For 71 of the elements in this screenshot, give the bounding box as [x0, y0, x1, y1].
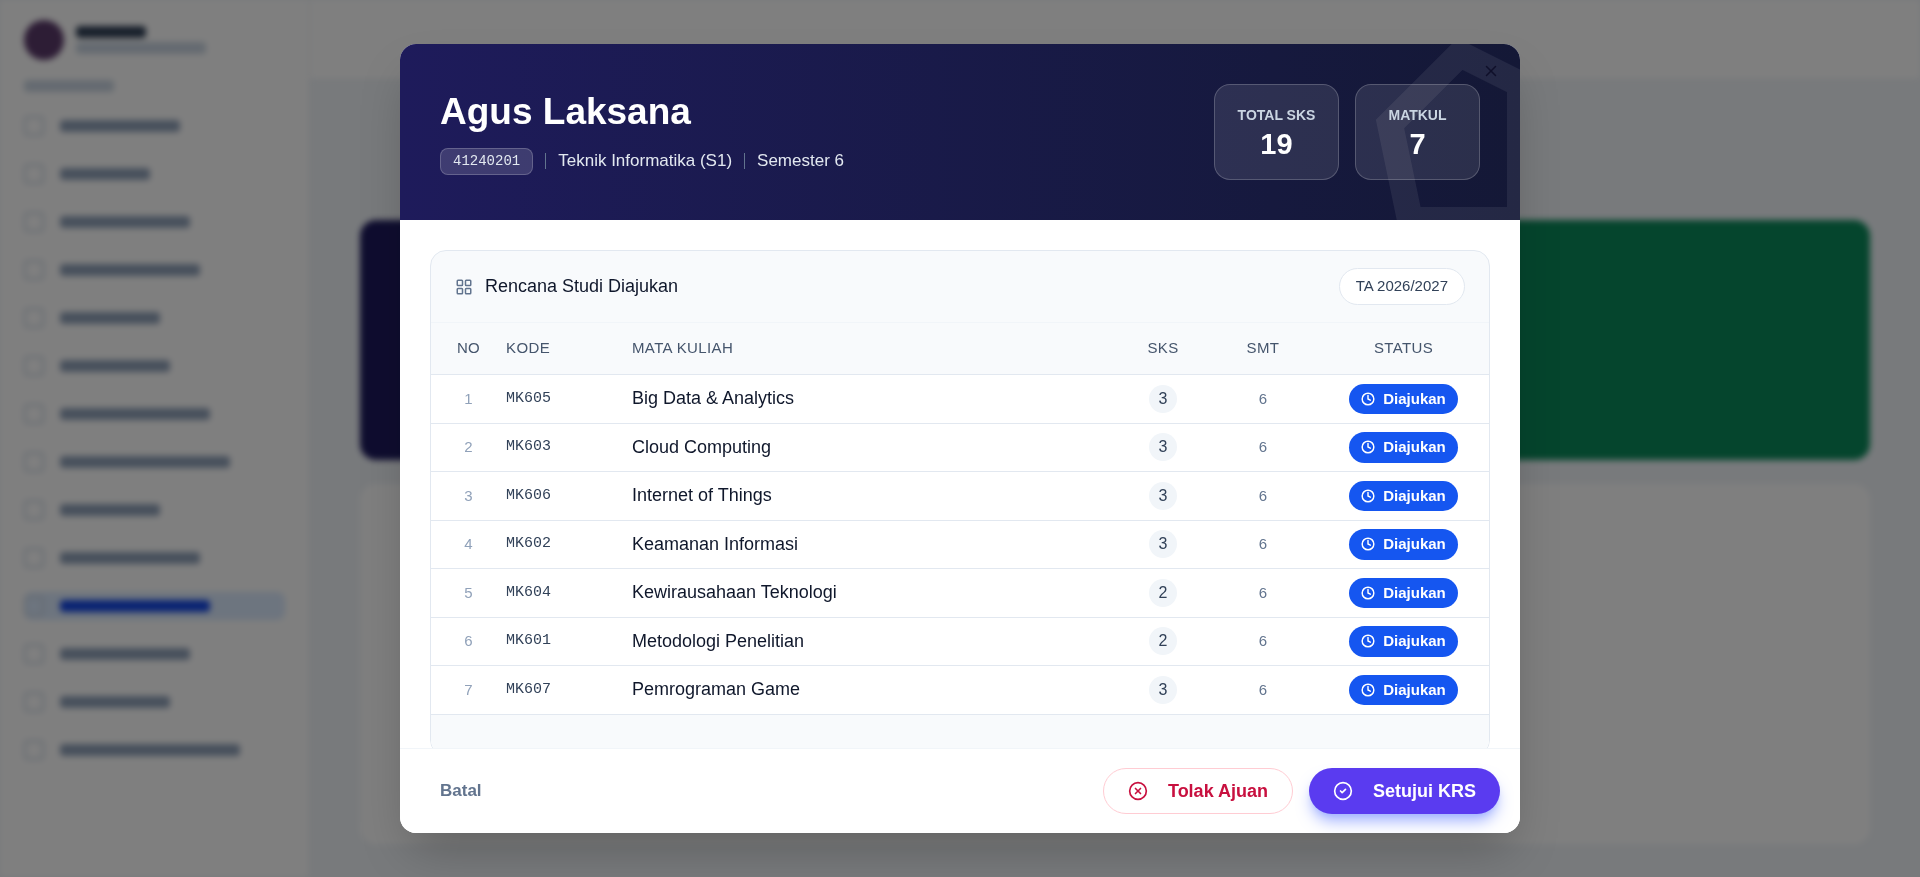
row-number: 6	[464, 631, 473, 651]
clock-icon	[1361, 682, 1376, 697]
course-name: Keamanan Informasi	[632, 532, 800, 556]
column-header: STATUS	[1373, 338, 1434, 359]
course-code: MK606	[506, 485, 552, 506]
column-header: NO	[456, 338, 481, 359]
credit-badge: 3	[1148, 433, 1178, 462]
status-badge: Diajukan	[1349, 674, 1458, 705]
study-program: Teknik Informatika (S1)	[558, 150, 733, 173]
stat-label: TOTAL SKS	[1237, 106, 1316, 125]
course-name: Metodologi Penelitian	[632, 629, 806, 653]
credit-badge: 3	[1148, 481, 1178, 510]
clock-icon	[1361, 585, 1376, 600]
course-code: MK604	[506, 582, 552, 603]
status-badge: Diajukan	[1349, 626, 1458, 657]
stat-label: MATKUL	[1388, 106, 1447, 125]
close-circle-icon	[1127, 781, 1148, 801]
card-title: Rencana Studi Diajukan	[485, 275, 679, 298]
column-header: SKS	[1147, 338, 1179, 359]
check-circle-icon	[1333, 781, 1353, 801]
course-name: Big Data & Analytics	[632, 387, 796, 411]
credit-badge: 2	[1148, 578, 1178, 607]
cancel-button[interactable]: Batal	[440, 778, 482, 804]
course-code: MK602	[506, 534, 552, 554]
status-badge: Diajukan	[1349, 432, 1458, 463]
row-number: 1	[464, 388, 473, 409]
column-header: MATA KULIAH	[632, 338, 734, 359]
row-number: 7	[464, 679, 473, 700]
credit-badge: 3	[1148, 530, 1178, 559]
semester-cell-text: 6	[1258, 631, 1268, 651]
reject-button[interactable]: Tolak Ajuan	[1102, 768, 1293, 814]
semester-cell-text: 6	[1258, 679, 1268, 700]
credit-badge: 2	[1148, 627, 1178, 656]
grid-icon	[455, 277, 473, 296]
row-number: 4	[464, 534, 473, 554]
clock-icon	[1361, 488, 1376, 503]
semester-cell-text: 6	[1258, 534, 1268, 554]
row-number: 2	[464, 437, 473, 457]
status-badge: Diajukan	[1349, 529, 1458, 560]
stat-value: 19	[1260, 130, 1293, 159]
clock-icon	[1361, 634, 1376, 649]
credit-badge: 3	[1148, 675, 1178, 704]
semester-cell-text: 6	[1258, 437, 1268, 457]
row-number: 5	[464, 582, 473, 603]
row-number: 3	[464, 485, 473, 506]
clock-icon	[1361, 440, 1376, 455]
course-name: Internet of Things	[632, 484, 773, 508]
course-code: MK601	[506, 631, 552, 651]
course-name: Cloud Computing	[632, 435, 773, 459]
course-code: MK605	[506, 388, 552, 409]
approve-button[interactable]: Setujui KRS	[1309, 768, 1500, 814]
status-badge: Diajukan	[1349, 480, 1458, 511]
course-name: Kewirausahaan Teknologi	[632, 581, 838, 605]
column-header: SMT	[1246, 338, 1280, 359]
semester-label: Semester 6	[757, 150, 844, 173]
semester-cell-text: 6	[1258, 485, 1268, 506]
course-name: Pemrograman Game	[632, 678, 802, 702]
course-code: MK603	[506, 437, 552, 457]
stat-value: 7	[1409, 130, 1426, 159]
student-id-badge: 41240201	[440, 147, 534, 175]
semester-cell-text: 6	[1258, 582, 1268, 603]
status-badge: Diajukan	[1349, 383, 1458, 414]
column-header: KODE	[506, 338, 550, 359]
status-badge: Diajukan	[1349, 577, 1458, 608]
student-name: Agus Laksana	[440, 90, 692, 135]
clock-icon	[1361, 391, 1376, 406]
clock-icon	[1361, 537, 1376, 552]
academic-year-badge: TA 2026/2027	[1338, 268, 1465, 305]
credit-badge: 3	[1148, 384, 1178, 413]
semester-cell-text: 6	[1258, 388, 1268, 409]
course-code: MK607	[506, 679, 552, 700]
